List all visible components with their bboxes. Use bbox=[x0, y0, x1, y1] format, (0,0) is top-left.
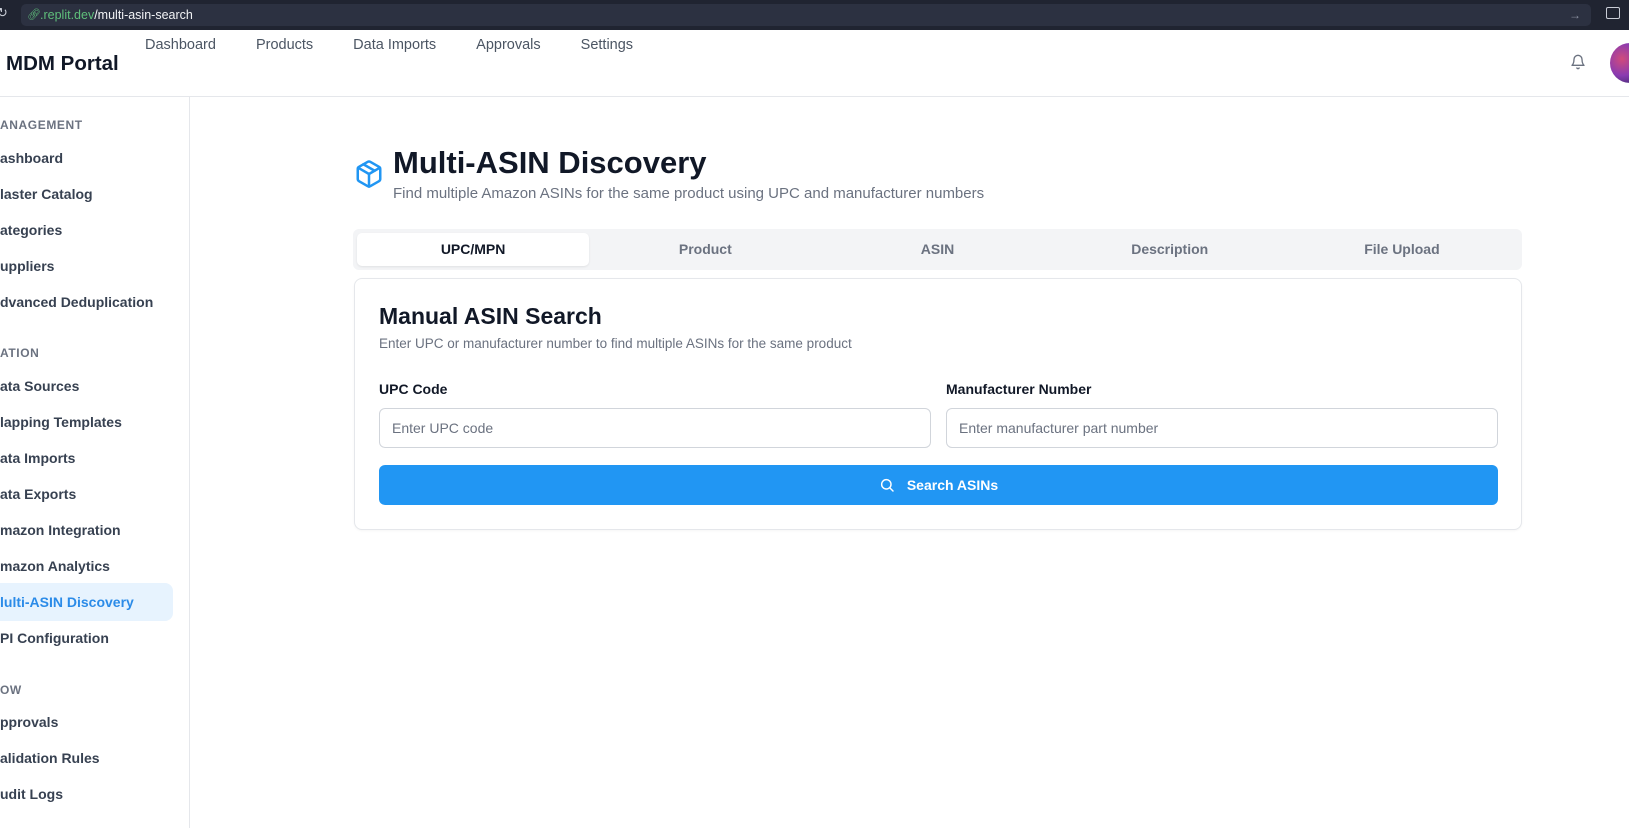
search-icon bbox=[880, 478, 894, 492]
tab-asin[interactable]: ASIN bbox=[821, 233, 1053, 266]
sidebar-item-audit-logs[interactable]: udit Logs bbox=[0, 775, 173, 813]
page-subtitle: Find multiple Amazon ASINs for the same … bbox=[393, 185, 985, 202]
nav-approvals[interactable]: Approvals bbox=[476, 37, 540, 53]
link-icon: 🔗︎ bbox=[27, 9, 41, 21]
sidebar-item-mapping-templates[interactable]: lapping Templates bbox=[0, 403, 173, 441]
manual-search-card: Manual ASIN Search Enter UPC or manufact… bbox=[354, 278, 1522, 530]
tab-upc-mpn[interactable]: UPC/MPN bbox=[357, 233, 590, 266]
page-title: Multi-ASIN Discovery bbox=[393, 145, 707, 180]
mpn-label: Manufacturer Number bbox=[946, 381, 1092, 397]
top-header: MDM Portal Dashboard Products Data Impor… bbox=[0, 31, 1629, 97]
sidebar-item-advanced-deduplication[interactable]: dvanced Deduplication bbox=[0, 283, 173, 321]
mpn-input[interactable] bbox=[946, 408, 1498, 448]
sidebar-item-categories[interactable]: ategories bbox=[0, 211, 173, 249]
reload-icon[interactable]: ↻ bbox=[0, 6, 11, 20]
sidebar-section-integration: ATION bbox=[0, 346, 40, 360]
nav-settings[interactable]: Settings bbox=[581, 37, 633, 53]
nav-data-imports[interactable]: Data Imports bbox=[353, 37, 436, 53]
devices-icon[interactable] bbox=[1606, 7, 1620, 19]
sidebar-item-dashboard[interactable]: ashboard bbox=[0, 139, 173, 177]
url-text: .replit.dev/multi-asin-search bbox=[40, 8, 193, 22]
sidebar-item-data-imports[interactable]: ata Imports bbox=[0, 439, 173, 477]
sidebar-item-data-exports[interactable]: ata Exports bbox=[0, 475, 173, 513]
tab-file-upload[interactable]: File Upload bbox=[1286, 233, 1518, 266]
address-bar[interactable]: 🔗︎ .replit.dev/multi-asin-search → bbox=[21, 4, 1591, 26]
sidebar-item-amazon-analytics[interactable]: mazon Analytics bbox=[0, 547, 173, 585]
sidebar-item-amazon-integration[interactable]: mazon Integration bbox=[0, 511, 173, 549]
sidebar-item-data-sources[interactable]: ata Sources bbox=[0, 367, 173, 405]
card-title: Manual ASIN Search bbox=[379, 303, 602, 329]
search-tabs: UPC/MPN Product ASIN Description File Up… bbox=[353, 229, 1522, 270]
brand-title[interactable]: MDM Portal bbox=[6, 52, 119, 76]
upc-input[interactable] bbox=[379, 408, 931, 448]
nav-products[interactable]: Products bbox=[256, 37, 313, 53]
sidebar-item-multi-asin-discovery[interactable]: lulti-ASIN Discovery bbox=[0, 583, 173, 621]
sidebar-item-api-configuration[interactable]: PI Configuration bbox=[0, 619, 173, 657]
bell-icon[interactable] bbox=[1570, 53, 1586, 71]
nav-dashboard[interactable]: Dashboard bbox=[145, 37, 216, 53]
sidebar-item-validation-rules[interactable]: alidation Rules bbox=[0, 739, 173, 777]
sidebar-item-master-catalog[interactable]: laster Catalog bbox=[0, 175, 173, 213]
arrow-right-icon[interactable]: → bbox=[1569, 8, 1581, 22]
search-asins-button[interactable]: Search ASINs bbox=[379, 465, 1498, 505]
sidebar: ANAGEMENT ashboard laster Catalog ategor… bbox=[0, 97, 190, 828]
package-icon bbox=[356, 160, 382, 188]
sidebar-section-workflow: OW bbox=[0, 683, 22, 697]
tab-product[interactable]: Product bbox=[589, 233, 821, 266]
sidebar-item-suppliers[interactable]: uppliers bbox=[0, 247, 173, 285]
top-nav: Dashboard Products Data Imports Approval… bbox=[145, 37, 673, 53]
sidebar-item-approvals[interactable]: pprovals bbox=[0, 703, 173, 741]
avatar[interactable] bbox=[1610, 43, 1629, 83]
tab-description[interactable]: Description bbox=[1054, 233, 1286, 266]
browser-bar: ↻ 🔗︎ .replit.dev/multi-asin-search → bbox=[0, 0, 1629, 30]
sidebar-section-management: ANAGEMENT bbox=[0, 118, 83, 132]
upc-label: UPC Code bbox=[379, 381, 448, 397]
search-button-label: Search ASINs bbox=[906, 477, 999, 493]
card-description: Enter UPC or manufacturer number to find… bbox=[379, 336, 852, 351]
